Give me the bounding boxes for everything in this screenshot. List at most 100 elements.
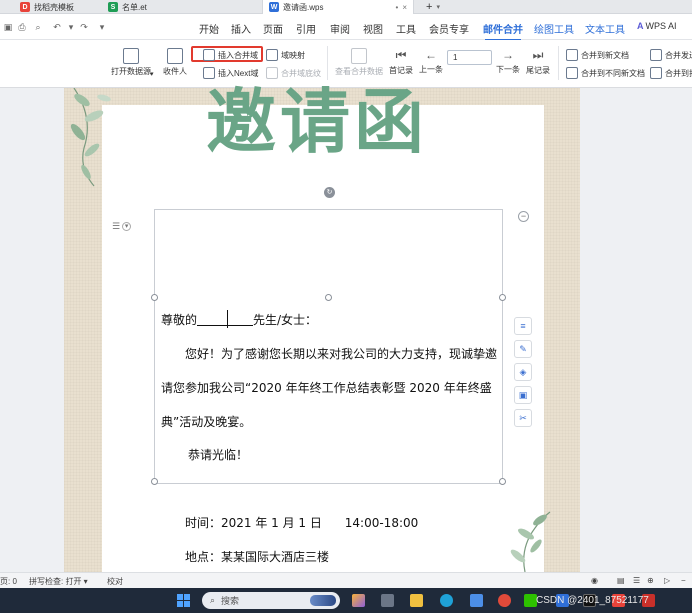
menu-page[interactable]: 页面 (263, 21, 283, 36)
menu-review[interactable]: 审阅 (330, 21, 350, 36)
menu-references[interactable]: 引用 (296, 21, 316, 36)
docer-icon: D (20, 2, 30, 12)
new-tab-button[interactable]: + ▾ (420, 0, 446, 14)
invitation-title: 邀请函 (206, 81, 428, 163)
border-style-icon[interactable]: ▣ (514, 386, 532, 404)
web-view-icon[interactable]: ⊕ (647, 576, 654, 585)
menu-insert[interactable]: 插入 (231, 21, 251, 36)
body-line-2[interactable]: 请您参加我公司“2020 年年终工作总结表彰暨 2020 年年终盛 (161, 379, 492, 396)
writer-icon: W (269, 2, 279, 12)
paragraph-icon: ☰ (112, 221, 121, 231)
recipients-button[interactable]: 收件人 (163, 48, 187, 77)
print-preview-icon[interactable]: ⌕ (33, 22, 43, 32)
search-highlight-image (310, 595, 336, 606)
resize-handle[interactable] (325, 294, 332, 301)
task-view-icon[interactable] (381, 594, 394, 607)
chevron-down-icon: ▾ (122, 222, 132, 231)
leaf-decoration-icon (510, 511, 551, 572)
menu-bar: ▣ ⎙ ⌕ ↶ ▾ ↷ ▾ 开始 插入 页面 引用 审阅 视图 工具 会员专享 … (0, 14, 692, 41)
spell-check-toggle[interactable]: 拼写检查: 打开 ▾ (29, 576, 88, 587)
open-data-source-button[interactable]: 打开数据源 (111, 48, 151, 77)
browser-icon[interactable] (498, 594, 511, 607)
leaf-decoration-icon (70, 88, 111, 187)
resize-handle[interactable] (499, 294, 506, 301)
outline-view-icon[interactable]: ☰ (633, 576, 640, 585)
merge-to-printer-button[interactable]: 合并到打 (650, 67, 692, 79)
resize-handle[interactable] (151, 478, 158, 485)
watermark: CSDN @2401_87521177 (536, 595, 649, 606)
arrow-left-icon: ← (425, 48, 437, 62)
store-icon[interactable] (470, 594, 483, 607)
resize-handle[interactable] (499, 478, 506, 485)
send-icon (650, 49, 662, 61)
next-record-button[interactable]: → 下一条 (496, 48, 520, 75)
undo-icon[interactable]: ↶ (52, 22, 62, 32)
menu-wps-ai[interactable]: A WPS AI (637, 21, 677, 31)
pen-icon[interactable]: ✎ (514, 340, 532, 358)
chevron-down-icon[interactable]: ▾ (436, 3, 440, 11)
page-view-icon[interactable]: ▤ (617, 576, 625, 585)
play-icon[interactable]: ▷ (664, 576, 670, 585)
menu-home[interactable]: 开始 (199, 21, 219, 36)
merge-field-blank[interactable] (197, 310, 254, 328)
layout-options-icon[interactable]: ≡ (514, 317, 532, 335)
windows-start-icon[interactable] (177, 594, 190, 607)
view-data-icon (351, 48, 367, 64)
merge-to-different-docs-button[interactable]: 合并到不同新文档 (566, 67, 645, 79)
menu-tools[interactable]: 工具 (396, 21, 416, 36)
close-tab-icon[interactable]: × (402, 3, 407, 12)
body-line-3[interactable]: 典”活动及晚宴。 (161, 413, 251, 430)
insert-merge-field-button[interactable]: 插入合并域 (203, 49, 258, 61)
data-source-icon (123, 48, 139, 64)
last-record-button[interactable]: ⏭ 尾记录 (526, 48, 550, 76)
printer-icon (650, 67, 662, 79)
rotate-handle-icon[interactable]: ↻ (324, 187, 335, 198)
arrow-right-icon: → (502, 48, 514, 62)
merge-send-button[interactable]: 合并发送 (650, 49, 692, 61)
tab-find-template[interactable]: D 找稻壳模板 (14, 0, 80, 14)
paragraph-menu-button[interactable]: ☰ ▾ (112, 221, 132, 232)
status-bar: 页: 0 拼写检查: 打开 ▾ 校对 ◉ ▤ ☰ ⊕ ▷ − (0, 572, 692, 588)
menu-view[interactable]: 视图 (363, 21, 383, 36)
spreadsheet-icon: S (108, 2, 118, 12)
field-mapping-icon (266, 49, 278, 61)
closing-line[interactable]: 恭请光临！ (188, 446, 248, 463)
body-line-1[interactable]: 您好！为了感谢您长期以来对我公司的大力支持，现诚挚邀 (185, 345, 497, 362)
undo-dropdown-icon[interactable]: ▾ (66, 22, 76, 32)
pin-icon[interactable]: • (396, 3, 399, 12)
time-line[interactable]: 时间：2021 年 1 月 1 日 14:00-18:00 (185, 514, 418, 531)
page-counter[interactable]: 页: 0 (0, 576, 17, 587)
print-icon[interactable]: ⎙ (17, 22, 27, 32)
taskbar-search[interactable]: ⌕ 搜索 (202, 592, 340, 609)
edge-icon[interactable] (440, 594, 453, 607)
field-mapping-button[interactable]: 域映射 (266, 49, 305, 61)
collapse-icon[interactable]: − (518, 211, 529, 222)
file-explorer-icon[interactable] (410, 594, 423, 607)
proofread-button[interactable]: 校对 (107, 576, 123, 587)
more-tools-icon[interactable]: ✂ (514, 409, 532, 427)
menu-mail-merge[interactable]: 邮件合并 (483, 21, 523, 41)
greeting-line[interactable]: 尊敬的 先生/女士： (161, 310, 317, 328)
ribbon-separator (558, 46, 559, 80)
resize-handle[interactable] (151, 294, 158, 301)
customize-dropdown-icon[interactable]: ▾ (97, 22, 107, 32)
fill-color-icon[interactable]: ◈ (514, 363, 532, 381)
save-icon[interactable]: ▣ (3, 22, 13, 32)
tab-invitation[interactable]: W 邀请函.wps • × (262, 0, 414, 14)
record-number-input[interactable] (447, 50, 492, 65)
merge-field-icon (203, 49, 215, 61)
menu-drawing-tools[interactable]: 绘图工具 (534, 21, 574, 36)
place-line[interactable]: 地点：某某国际大酒店三楼 (185, 548, 329, 565)
menu-member[interactable]: 会员专享 (429, 21, 469, 36)
menu-text-tools[interactable]: 文本工具 (585, 21, 625, 36)
copilot-icon[interactable] (352, 594, 365, 607)
eye-protection-icon[interactable]: ◉ (591, 576, 598, 585)
open-data-source-dropdown-icon[interactable]: ▾ (150, 70, 154, 78)
redo-icon[interactable]: ↷ (79, 22, 89, 32)
merge-to-new-doc-button[interactable]: 合并到新文档 (566, 49, 629, 61)
tab-bar: D 找稻壳模板 S 名单.et W 邀请函.wps • × + ▾ (0, 0, 692, 14)
zoom-out-icon[interactable]: − (681, 576, 686, 585)
new-doc-icon (566, 49, 578, 61)
first-record-icon: ⏮ (395, 48, 407, 62)
tab-name-list[interactable]: S 名单.et (102, 0, 153, 14)
